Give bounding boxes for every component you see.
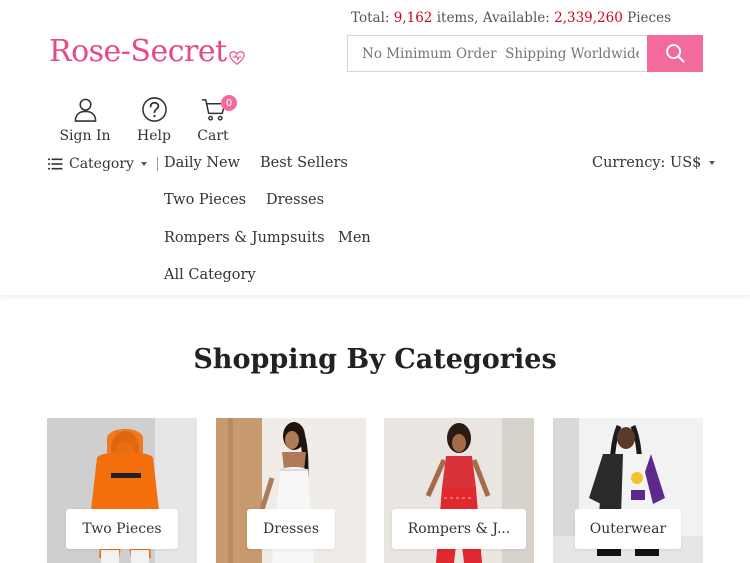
category-card-outerwear[interactable]: Outerwear	[553, 418, 703, 563]
help-label: Help	[137, 128, 171, 144]
category-card-two-pieces[interactable]: Two Pieces	[47, 418, 197, 563]
cart-label: Cart	[197, 128, 229, 144]
currency-selector[interactable]: Currency: US$	[592, 155, 716, 171]
category-dropdown[interactable]: Category	[48, 155, 158, 173]
items-label: items, Available:	[436, 10, 550, 26]
divider	[156, 157, 158, 171]
category-label: Dresses	[247, 509, 335, 549]
menu-item-rompers-jumpsuits[interactable]: Rompers & Jumpsuits	[164, 230, 325, 246]
section-title: Shopping By Categories	[193, 344, 557, 375]
menu-item-men[interactable]: Men	[338, 230, 371, 246]
category-card-rompers-jumpsuits[interactable]: Rompers & J...	[384, 418, 534, 563]
menu-item-two-pieces[interactable]: Two Pieces	[164, 192, 246, 208]
site-logo[interactable]: Rose-Secret	[49, 29, 246, 73]
menu-item-best-sellers[interactable]: Best Sellers	[260, 155, 348, 171]
total-label: Total:	[351, 10, 390, 26]
category-card-dresses[interactable]: Dresses	[216, 418, 366, 563]
currency-label: Currency: US$	[592, 155, 702, 171]
sign-in-link[interactable]: Sign In	[55, 96, 115, 144]
help-link[interactable]: Help	[134, 96, 174, 144]
menu-item-daily-new[interactable]: Daily New	[164, 155, 240, 171]
heart-icon	[228, 51, 245, 66]
cart-count-badge: 0	[221, 95, 237, 111]
site-header: Total: 9,162 items, Available: 2,339,260…	[0, 0, 750, 295]
category-label: Rompers & J...	[392, 509, 526, 549]
logo-text: Rose-Secret	[49, 33, 227, 69]
help-icon	[141, 97, 167, 122]
cart-link[interactable]: 0 Cart	[195, 95, 237, 144]
search-icon	[665, 44, 685, 63]
chevron-down-icon	[140, 162, 147, 166]
menu-item-all-category[interactable]: All Category	[164, 267, 256, 283]
search-input[interactable]	[347, 35, 647, 72]
category-label: Category	[69, 156, 134, 172]
sign-in-label: Sign In	[59, 128, 111, 144]
category-label: Two Pieces	[66, 509, 178, 549]
category-label: Outerwear	[575, 509, 681, 549]
available-count: 2,339,260	[554, 10, 623, 26]
list-icon	[48, 158, 63, 170]
user-icon	[74, 98, 96, 122]
chevron-down-icon	[709, 161, 716, 165]
search-bar	[347, 35, 703, 72]
menu-item-dresses[interactable]: Dresses	[266, 192, 324, 208]
inventory-stats: Total: 9,162 items, Available: 2,339,260…	[351, 10, 671, 26]
search-button[interactable]	[647, 35, 703, 72]
pieces-label: Pieces	[627, 10, 671, 26]
total-count: 9,162	[393, 10, 433, 26]
